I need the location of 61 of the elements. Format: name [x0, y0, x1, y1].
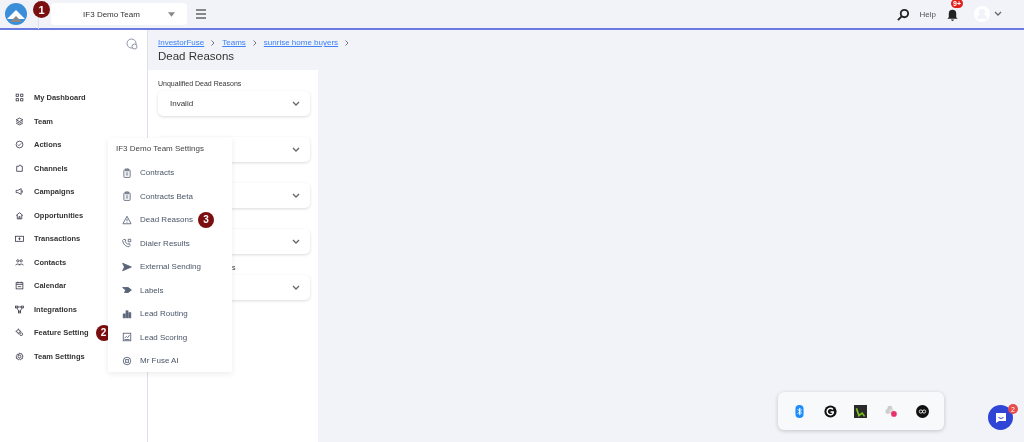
- team-select[interactable]: IF3 Demo Team: [51, 3, 187, 25]
- bell-icon[interactable]: [946, 8, 959, 21]
- megaphone-icon: [15, 187, 24, 197]
- chart-icon: [122, 332, 132, 343]
- menu-item[interactable]: Dialer Results: [140, 238, 190, 248]
- chevron-down-icon[interactable]: [994, 11, 1002, 17]
- menu-item[interactable]: External Sending: [140, 262, 201, 272]
- menu-item[interactable]: Contracts: [140, 168, 175, 178]
- menu-icon[interactable]: [195, 8, 207, 20]
- g-logo-icon[interactable]: [823, 404, 837, 418]
- square-logo-icon[interactable]: [854, 404, 868, 418]
- step-badge: 3: [197, 211, 214, 228]
- chevron-down-icon: [292, 147, 300, 152]
- clipboard-icon: [122, 167, 132, 178]
- breadcrumb-link[interactable]: sunrise home buyers: [263, 38, 339, 47]
- breadcrumb-link[interactable]: InvestorFuse: [158, 38, 205, 47]
- banknote-icon: [15, 234, 24, 244]
- gears-icon: [15, 328, 24, 338]
- menu-item[interactable]: Contracts Beta: [140, 191, 193, 201]
- people-icon: [15, 257, 24, 267]
- phone-icon: [122, 238, 132, 249]
- nodes-icon: [15, 304, 24, 314]
- chevron-right-icon: [252, 39, 257, 46]
- help-link[interactable]: Help: [919, 9, 936, 19]
- chevron-down-icon: [292, 239, 300, 244]
- settings-icon: [15, 351, 24, 361]
- circle-logo-icon[interactable]: [916, 404, 930, 418]
- chevron-down-icon: [292, 285, 300, 290]
- tag-icon: [122, 285, 132, 296]
- send-icon: [122, 261, 132, 272]
- menu-item[interactable]: Lead Routing: [140, 309, 188, 319]
- grid-icon: [15, 93, 24, 103]
- warning-icon: [122, 214, 132, 225]
- clipboard-icon: [122, 191, 132, 202]
- flower-icon[interactable]: [885, 404, 899, 418]
- menu-title: IF3 Demo Team Settings: [116, 144, 204, 153]
- chat-button[interactable]: [988, 405, 1013, 430]
- bar-chart-icon: [122, 308, 132, 319]
- menu-item[interactable]: Mr Fuse AI: [140, 356, 179, 366]
- lifebuoy-icon: [122, 355, 132, 366]
- menu-item[interactable]: Labels: [140, 285, 164, 295]
- caret-icon: [167, 11, 175, 17]
- chevron-right-icon: [211, 39, 216, 46]
- chat-icon: [994, 411, 1007, 424]
- layers-icon: [15, 116, 24, 126]
- menu-item[interactable]: Dead Reasons: [140, 215, 193, 225]
- logo-icon[interactable]: [4, 2, 28, 26]
- chevron-right-icon: [345, 39, 350, 46]
- chevron-down-icon: [292, 193, 300, 198]
- puzzle-icon: [15, 163, 24, 173]
- sidebar-toggle-icon[interactable]: [126, 38, 138, 50]
- check-circle-icon: [15, 140, 24, 150]
- dropdown[interactable]: Invalid: [158, 91, 310, 116]
- breadcrumb-link[interactable]: Teams: [222, 38, 246, 47]
- search-icon[interactable]: [896, 7, 910, 21]
- calendar-icon: [15, 281, 24, 291]
- page-title: Dead Reasons: [158, 50, 236, 62]
- bluetooth-icon[interactable]: [792, 404, 806, 418]
- chevron-down-icon: [292, 101, 300, 106]
- house-icon: [15, 210, 24, 220]
- menu-item[interactable]: Lead Scoring: [140, 332, 188, 342]
